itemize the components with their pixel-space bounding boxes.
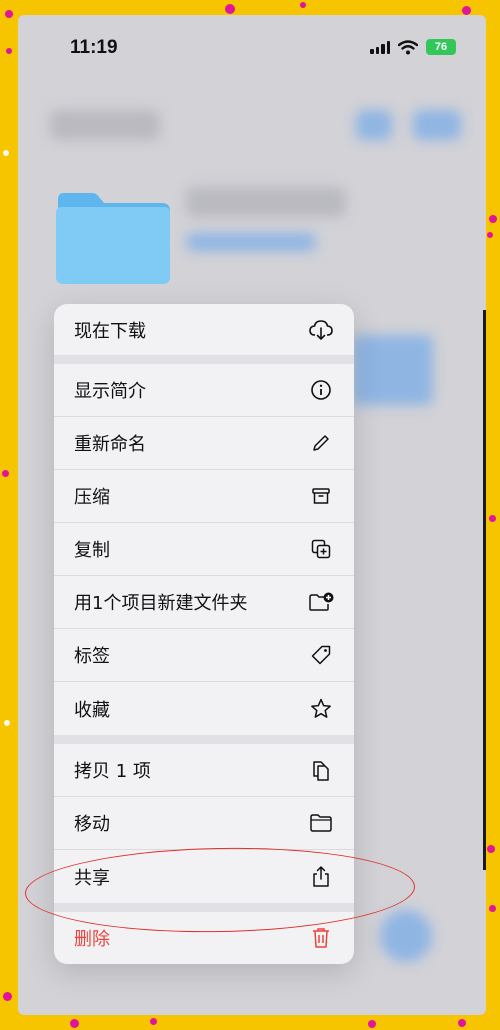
menu-item-label: 用1个项目新建文件夹 <box>74 593 248 614</box>
blurred-fab <box>380 910 432 962</box>
menu-item-label: 移动 <box>74 814 110 835</box>
menu-item-label: 重新命名 <box>74 434 146 455</box>
menu-item-duplicate[interactable]: 复制 <box>54 523 354 576</box>
menu-item-tags[interactable]: 标签 <box>54 629 354 682</box>
menu-item-label: 显示简介 <box>74 381 146 402</box>
menu-item-label: 压缩 <box>74 487 110 508</box>
duplicate-icon <box>308 536 334 562</box>
menu-item-favorite[interactable]: 收藏 <box>54 682 354 735</box>
blurred-subtitle <box>186 233 316 251</box>
menu-item-label: 复制 <box>74 540 110 561</box>
menu-item-label: 拷贝 1 项 <box>74 761 151 782</box>
tag-icon <box>308 642 334 668</box>
archive-box-icon <box>308 483 334 509</box>
blurred-thumbnail <box>353 335 433 405</box>
background-photo <box>483 310 486 870</box>
trash-icon <box>308 925 334 951</box>
battery-indicator: 76 <box>426 39 456 55</box>
pencil-icon <box>308 430 334 456</box>
menu-item-new-folder-with-item[interactable]: 用1个项目新建文件夹 <box>54 576 354 629</box>
menu-item-label: 现在下载 <box>74 320 146 342</box>
cloud-download-icon <box>308 317 334 343</box>
info-icon <box>308 377 334 403</box>
menu-item-label: 收藏 <box>74 699 110 721</box>
blurred-nav-button <box>413 110 461 140</box>
cellular-signal-icon <box>370 40 390 54</box>
status-time: 11:19 <box>70 37 118 58</box>
menu-item-copy-one-item[interactable]: 拷贝 1 项 <box>54 744 354 797</box>
menu-item-rename[interactable]: 重新命名 <box>54 417 354 470</box>
folder-plus-icon <box>308 589 334 615</box>
menu-item-get-info[interactable]: 显示简介 <box>54 364 354 417</box>
menu-item-move[interactable]: 移动 <box>54 797 354 850</box>
folder-preview-icon <box>56 193 170 284</box>
menu-separator <box>54 355 354 364</box>
star-icon <box>308 696 334 722</box>
copy-docs-icon <box>308 757 334 783</box>
blurred-title <box>186 187 346 217</box>
menu-item-download-now[interactable]: 现在下载 <box>54 304 354 355</box>
menu-item-compress[interactable]: 压缩 <box>54 470 354 523</box>
menu-separator <box>54 735 354 744</box>
blurred-nav-button <box>356 110 392 140</box>
menu-item-label: 删除 <box>74 929 110 950</box>
phone-screen: 11:19 76 现在下载 显示简介 重新命名 压缩 复制 用1个项目新建文件夹… <box>18 15 486 1015</box>
menu-item-label: 标签 <box>74 646 110 667</box>
wifi-icon <box>398 39 418 54</box>
blurred-header <box>50 110 160 140</box>
folder-icon <box>308 810 334 836</box>
status-indicators: 76 <box>370 37 456 57</box>
